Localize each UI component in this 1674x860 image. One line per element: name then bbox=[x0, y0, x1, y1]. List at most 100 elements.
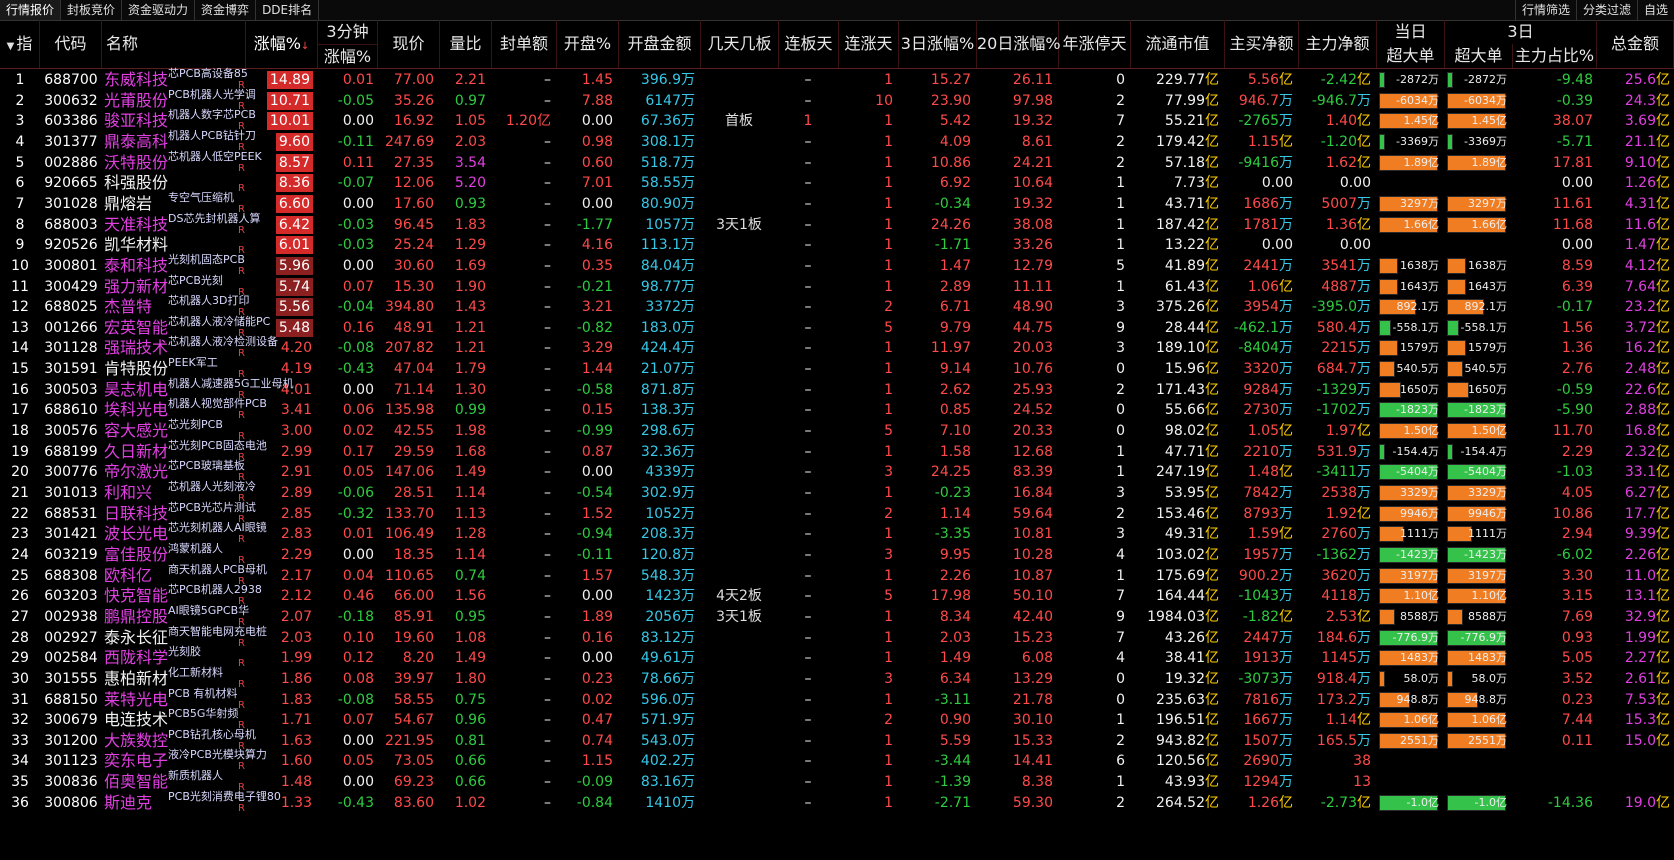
stock-name-cell[interactable]: 天准科技 DS芯先封机器人算 R bbox=[104, 212, 260, 236]
stock-name[interactable]: 电连技术 bbox=[104, 709, 168, 731]
tab-quotes[interactable]: 行情报价 bbox=[0, 0, 62, 20]
stock-name[interactable]: 西陇科学 bbox=[104, 647, 168, 669]
stock-name[interactable]: 日联科技 bbox=[104, 503, 168, 525]
stock-name[interactable]: 光莆股份 bbox=[104, 90, 168, 112]
stock-name[interactable]: 容大感光 bbox=[104, 420, 168, 442]
change-3min: -0.04 bbox=[318, 296, 378, 318]
table-row[interactable]: 28 002927 泰永长征 商天智能电网充电桩 R 2.03 0.10 19.60 1.08–… bbox=[0, 625, 1674, 649]
stock-name[interactable]: 利和兴 bbox=[104, 482, 152, 504]
stock-name[interactable]: 佰奥智能 bbox=[104, 771, 168, 793]
stock-name[interactable]: 富佳股份 bbox=[104, 544, 168, 566]
header-main-ratio[interactable]: 主力占比% bbox=[1513, 44, 1597, 68]
table-row[interactable]: 14 301128 强瑞技术 芯机器人液冷检测设备 R 4.20 -0.08 207.82 1.… bbox=[0, 335, 1674, 359]
table-row[interactable]: 5 002886 沃特股份 芯机器人低空PEEK R 8.57 0.11 27.35 3.54–… bbox=[0, 150, 1674, 174]
stock-name[interactable]: 快克智能 bbox=[104, 585, 168, 607]
stock-name[interactable]: 波长光电 bbox=[104, 523, 168, 545]
tab-dde-rank[interactable]: DDE排名 bbox=[256, 0, 320, 20]
main-buy-net: 2690万 bbox=[1225, 750, 1297, 772]
stock-name[interactable]: 宏英智能 bbox=[104, 317, 168, 339]
header-index[interactable]: ▼ 指 bbox=[0, 20, 40, 68]
stock-name[interactable]: 鼎熔岩 bbox=[104, 193, 152, 215]
header-name[interactable]: 名称 bbox=[102, 20, 246, 68]
stock-name[interactable]: 鹏鼎控股 bbox=[104, 606, 168, 628]
stock-name-cell[interactable]: 斯迪克 PCB光刻消费电子锂80 R bbox=[104, 790, 281, 814]
pct-3day-value: 2.03 bbox=[939, 629, 971, 646]
header-code[interactable]: 代码 bbox=[40, 20, 102, 68]
limit-days-value: – bbox=[804, 732, 812, 749]
header-price[interactable]: 现价 bbox=[378, 20, 440, 68]
table-row[interactable]: 9 920526 凯华材料 R 6.01 -0.03 25.24 1.29–4.16 113.1… bbox=[0, 234, 1674, 256]
stock-name[interactable]: 大族数控 bbox=[104, 730, 168, 752]
table-row[interactable]: 19 688199 久日新材 芯光刻PCB固态电池 R 2.99 0.17 29.59 1.68… bbox=[0, 439, 1674, 463]
header-rise-days[interactable]: 连涨天 bbox=[839, 20, 899, 68]
stock-name[interactable]: 奕东电子 bbox=[104, 750, 168, 772]
stock-name[interactable]: 欧科亿 bbox=[104, 565, 152, 587]
header-20day-pct[interactable]: 20日涨幅% bbox=[977, 20, 1061, 68]
table-row[interactable]: 11 300429 强力新材 芯PCB光刻 R 5.74 0.07 15.30 1.90– -0.… bbox=[0, 274, 1674, 298]
stock-name[interactable]: 科强股份 bbox=[104, 172, 168, 194]
header-year-limit-days[interactable]: 年涨停天 bbox=[1059, 20, 1131, 68]
stock-name[interactable]: 东威科技 bbox=[104, 69, 168, 91]
tab-capital-game[interactable]: 资金博弈 bbox=[195, 0, 257, 20]
stock-name[interactable]: 久日新材 bbox=[104, 441, 168, 463]
header-3min[interactable]: 3分钟 涨幅% bbox=[318, 20, 378, 68]
stock-name[interactable]: 斯迪克 bbox=[104, 792, 152, 814]
table-row[interactable]: 26 603203 快克智能 芯PCB机器人2938 R 2.12 0.46 66.00 1.5… bbox=[0, 583, 1674, 607]
header-3day-pct[interactable]: 3日涨幅% bbox=[899, 20, 977, 68]
stock-name[interactable]: 凯华材料 bbox=[104, 234, 168, 256]
header-open-pct[interactable]: 开盘% bbox=[557, 20, 619, 68]
stock-name[interactable]: 天准科技 bbox=[104, 214, 168, 236]
header-super-large-3day[interactable]: 超大单 bbox=[1445, 44, 1513, 68]
stock-name[interactable]: 骏亚科技 bbox=[104, 110, 168, 132]
header-vol-ratio[interactable]: 量比 bbox=[440, 20, 492, 68]
table-row[interactable]: 31 688150 莱特光电 PCB 有机材料 R 1.83 -0.08 58.55 0.75–… bbox=[0, 687, 1674, 711]
header-total-amount[interactable]: 总金额 bbox=[1597, 20, 1674, 68]
stock-name[interactable]: 昊志机电 bbox=[104, 379, 168, 401]
stock-name-cell[interactable]: 沃特股份 芯机器人低空PEEK R bbox=[104, 150, 262, 174]
year-limit-days-value: 0 bbox=[1116, 402, 1125, 419]
stock-name[interactable]: 埃科光电 bbox=[104, 399, 168, 421]
tab-category-filter[interactable]: 分类过滤 bbox=[1575, 0, 1637, 20]
tab-bid[interactable]: 封板竞价 bbox=[61, 0, 123, 20]
stock-name[interactable]: 泰和科技 bbox=[104, 255, 168, 277]
stock-name[interactable]: 帝尔激光 bbox=[104, 461, 168, 483]
header-super-large-today[interactable]: 超大单 bbox=[1377, 44, 1445, 68]
header-main-net[interactable]: 主力净额 bbox=[1299, 20, 1377, 68]
table-row[interactable]: 17 688610 埃科光电 机器人视觉部件PCB R 3.41 0.06 135.98 0.9… bbox=[0, 397, 1674, 421]
volume-ratio: 1.79 bbox=[440, 358, 490, 380]
stock-name[interactable]: 强力新材 bbox=[104, 276, 168, 298]
super-large-today-bar bbox=[1379, 381, 1401, 398]
stock-name[interactable]: 强瑞技术 bbox=[104, 337, 168, 359]
stock-name[interactable]: 鼎泰高科 bbox=[104, 131, 168, 153]
main-ratio-value: 3.30 bbox=[1561, 567, 1593, 584]
table-row[interactable]: 23 301421 波长光电 芯光刻机器人AI眼镜 R 2.83 0.01 106.49 1.2… bbox=[0, 521, 1674, 545]
header-pct[interactable]: 涨幅%↓ bbox=[246, 20, 318, 68]
stock-name[interactable]: 杰普特 bbox=[104, 296, 152, 318]
main-ratio: -0.59 bbox=[1513, 379, 1597, 401]
table-row[interactable]: 10 300801 泰和科技 光刻机固态PCB R 5.96 0.00 30.60 1.69–0… bbox=[0, 253, 1674, 277]
header-seal-amount[interactable]: 封单额 bbox=[492, 20, 557, 68]
header-main-buy-net[interactable]: 主买净额 bbox=[1225, 20, 1299, 68]
tab-capital-drive[interactable]: 资金驱动力 bbox=[122, 0, 196, 20]
header-float-mktcap[interactable]: 流通市值 bbox=[1131, 20, 1225, 68]
super-large-3day: 948.8万 bbox=[1445, 689, 1511, 711]
stock-name[interactable]: 惠柏新材 bbox=[104, 668, 168, 690]
stock-name[interactable]: 沃特股份 bbox=[104, 152, 168, 174]
stock-name[interactable]: 莱特光电 bbox=[104, 689, 168, 711]
header-days-boards[interactable]: 几天几板 bbox=[701, 20, 779, 68]
open-pct: 1.89 bbox=[557, 606, 617, 628]
table-row[interactable]: 6 920665 科强股份 R 8.36 -0.07 12.06 5.20–7.01 58.55… bbox=[0, 172, 1674, 194]
pct-20day: 12.68 bbox=[977, 441, 1057, 463]
table-row[interactable]: 30 301555 惠柏新材 化工新材料 R 1.86 0.08 39.97 1.80–0.23… bbox=[0, 666, 1674, 690]
table-row[interactable]: 36 300806 斯迪克 PCB光刻消费电子锂80 R 1.33 -0.43 83.60 1.… bbox=[0, 790, 1674, 814]
table-row[interactable]: 34 301123 奕东电子 液冷PCB光模块算力 R 1.60 0.05 73.05 0.66… bbox=[0, 748, 1674, 772]
header-open-amount[interactable]: 开盘金额 bbox=[619, 20, 701, 68]
stock-name[interactable]: 肯特股份 bbox=[104, 358, 168, 380]
table-row[interactable]: 29 002584 西陇科学 光刻胶 R 1.99 0.12 8.20 1.49–0.00 49.… bbox=[0, 645, 1674, 669]
tab-quote-filter[interactable]: 行情筛选 bbox=[1514, 0, 1576, 20]
tab-watchlist[interactable]: 自选 bbox=[1636, 0, 1674, 20]
table-row[interactable]: 8 688003 天准科技 DS芯先封机器人算 R 6.42 -0.03 96.45 1.83–… bbox=[0, 212, 1674, 236]
stock-name[interactable]: 泰永长征 bbox=[104, 627, 168, 649]
header-limit-days[interactable]: 连板天 bbox=[779, 20, 839, 68]
pct-20day-value: 10.64 bbox=[1012, 175, 1053, 192]
